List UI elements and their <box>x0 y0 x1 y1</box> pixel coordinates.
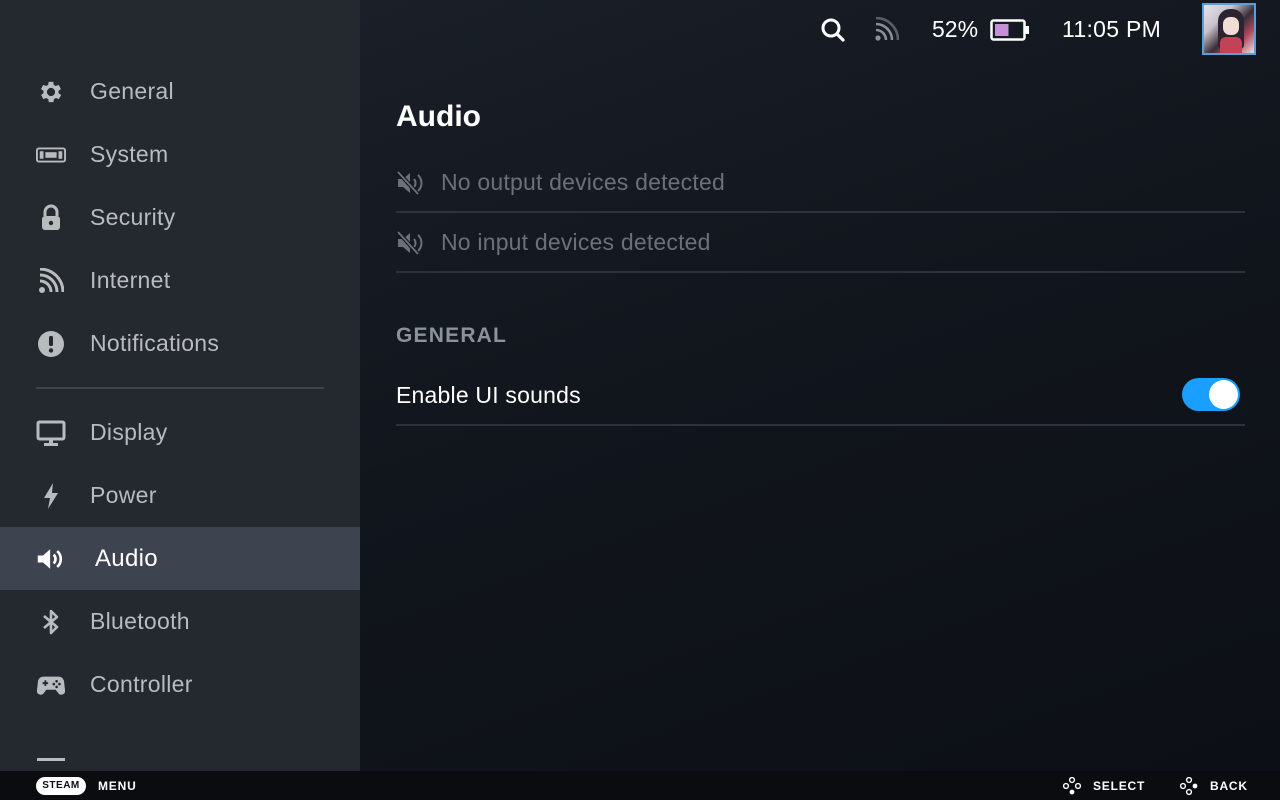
sidebar-item-power[interactable]: Power <box>0 464 360 527</box>
sidebar-item-display[interactable]: Display <box>0 401 360 464</box>
search-icon[interactable] <box>820 17 846 43</box>
setting-label: Enable UI sounds <box>396 382 581 408</box>
menu-label: MENU <box>98 779 137 793</box>
select-hint[interactable]: SELECT <box>1062 776 1146 795</box>
sidebar-item-internet[interactable]: Internet <box>0 249 360 312</box>
sidebar: General System Security Internet Notific… <box>0 0 360 771</box>
sidebar-item-security[interactable]: Security <box>0 186 360 249</box>
input-device-row[interactable]: No input devices detected <box>396 213 1245 273</box>
back-label: BACK <box>1210 779 1248 793</box>
select-label: SELECT <box>1093 779 1146 793</box>
output-device-row[interactable]: No output devices detected <box>396 153 1245 213</box>
system-icon <box>36 140 66 170</box>
toggle-knob <box>1209 380 1238 409</box>
page-title: Audio <box>396 100 481 133</box>
sidebar-item-label: Power <box>90 482 157 508</box>
output-device-label: No output devices detected <box>441 169 725 195</box>
sidebar-item-label: Audio <box>95 544 158 572</box>
sidebar-item-notifications[interactable]: Notifications <box>0 312 360 375</box>
avatar[interactable] <box>1202 3 1256 55</box>
speaker-muted-icon <box>396 230 426 256</box>
dpad-b-icon <box>1179 776 1198 796</box>
ui-sounds-toggle[interactable] <box>1182 378 1240 411</box>
alert-icon <box>36 329 66 359</box>
speaker-icon <box>36 544 66 574</box>
lock-icon <box>36 203 66 233</box>
bluetooth-icon <box>36 607 66 637</box>
sidebar-divider <box>36 387 324 389</box>
sidebar-item-bluetooth[interactable]: Bluetooth <box>0 590 360 653</box>
input-device-label: No input devices detected <box>441 229 711 255</box>
sidebar-item-general[interactable]: General <box>0 60 360 123</box>
gear-icon <box>36 77 66 107</box>
avatar-dress <box>1220 37 1242 53</box>
speaker-muted-icon <box>396 170 426 196</box>
battery-percent: 52% <box>932 16 979 42</box>
sidebar-item-controller[interactable]: Controller <box>0 653 360 716</box>
sidebar-item-label: System <box>90 141 169 167</box>
clock: 11:05 PM <box>1062 16 1162 42</box>
sidebar-item-label: Controller <box>90 671 193 697</box>
bottom-bar: STEAM MENU SELECT BACK <box>0 771 1280 800</box>
sidebar-item-label: Notifications <box>90 330 220 356</box>
sidebar-item-audio[interactable]: Audio <box>0 527 360 590</box>
sidebar-item-label: Internet <box>90 267 171 293</box>
steam-button[interactable]: STEAM <box>36 777 86 795</box>
sidebar-item-keyboard-partial[interactable] <box>0 716 360 771</box>
sidebar-item-system[interactable]: System <box>0 123 360 186</box>
sidebar-item-label: Bluetooth <box>90 608 190 634</box>
main-panel: 52% 11:05 PM Audio No output devices det… <box>360 0 1280 771</box>
dpad-a-icon <box>1062 776 1082 795</box>
section-header-general: GENERAL <box>396 324 508 347</box>
battery-icon[interactable] <box>990 19 1030 41</box>
avatar-face <box>1223 17 1239 35</box>
wifi-icon <box>36 266 66 296</box>
gamepad-icon <box>36 670 66 700</box>
keyboard-icon <box>36 733 66 763</box>
sidebar-item-label: Security <box>90 204 176 230</box>
status-bar: 52% 11:05 PM <box>360 0 1280 60</box>
sidebar-item-label: Display <box>90 419 168 445</box>
monitor-icon <box>36 418 66 448</box>
wifi-icon[interactable] <box>873 16 901 45</box>
back-hint[interactable]: BACK <box>1179 776 1248 796</box>
sidebar-item-label: General <box>90 78 174 104</box>
lightning-icon <box>36 481 66 511</box>
setting-row-ui-sounds[interactable]: Enable UI sounds <box>396 366 1245 426</box>
